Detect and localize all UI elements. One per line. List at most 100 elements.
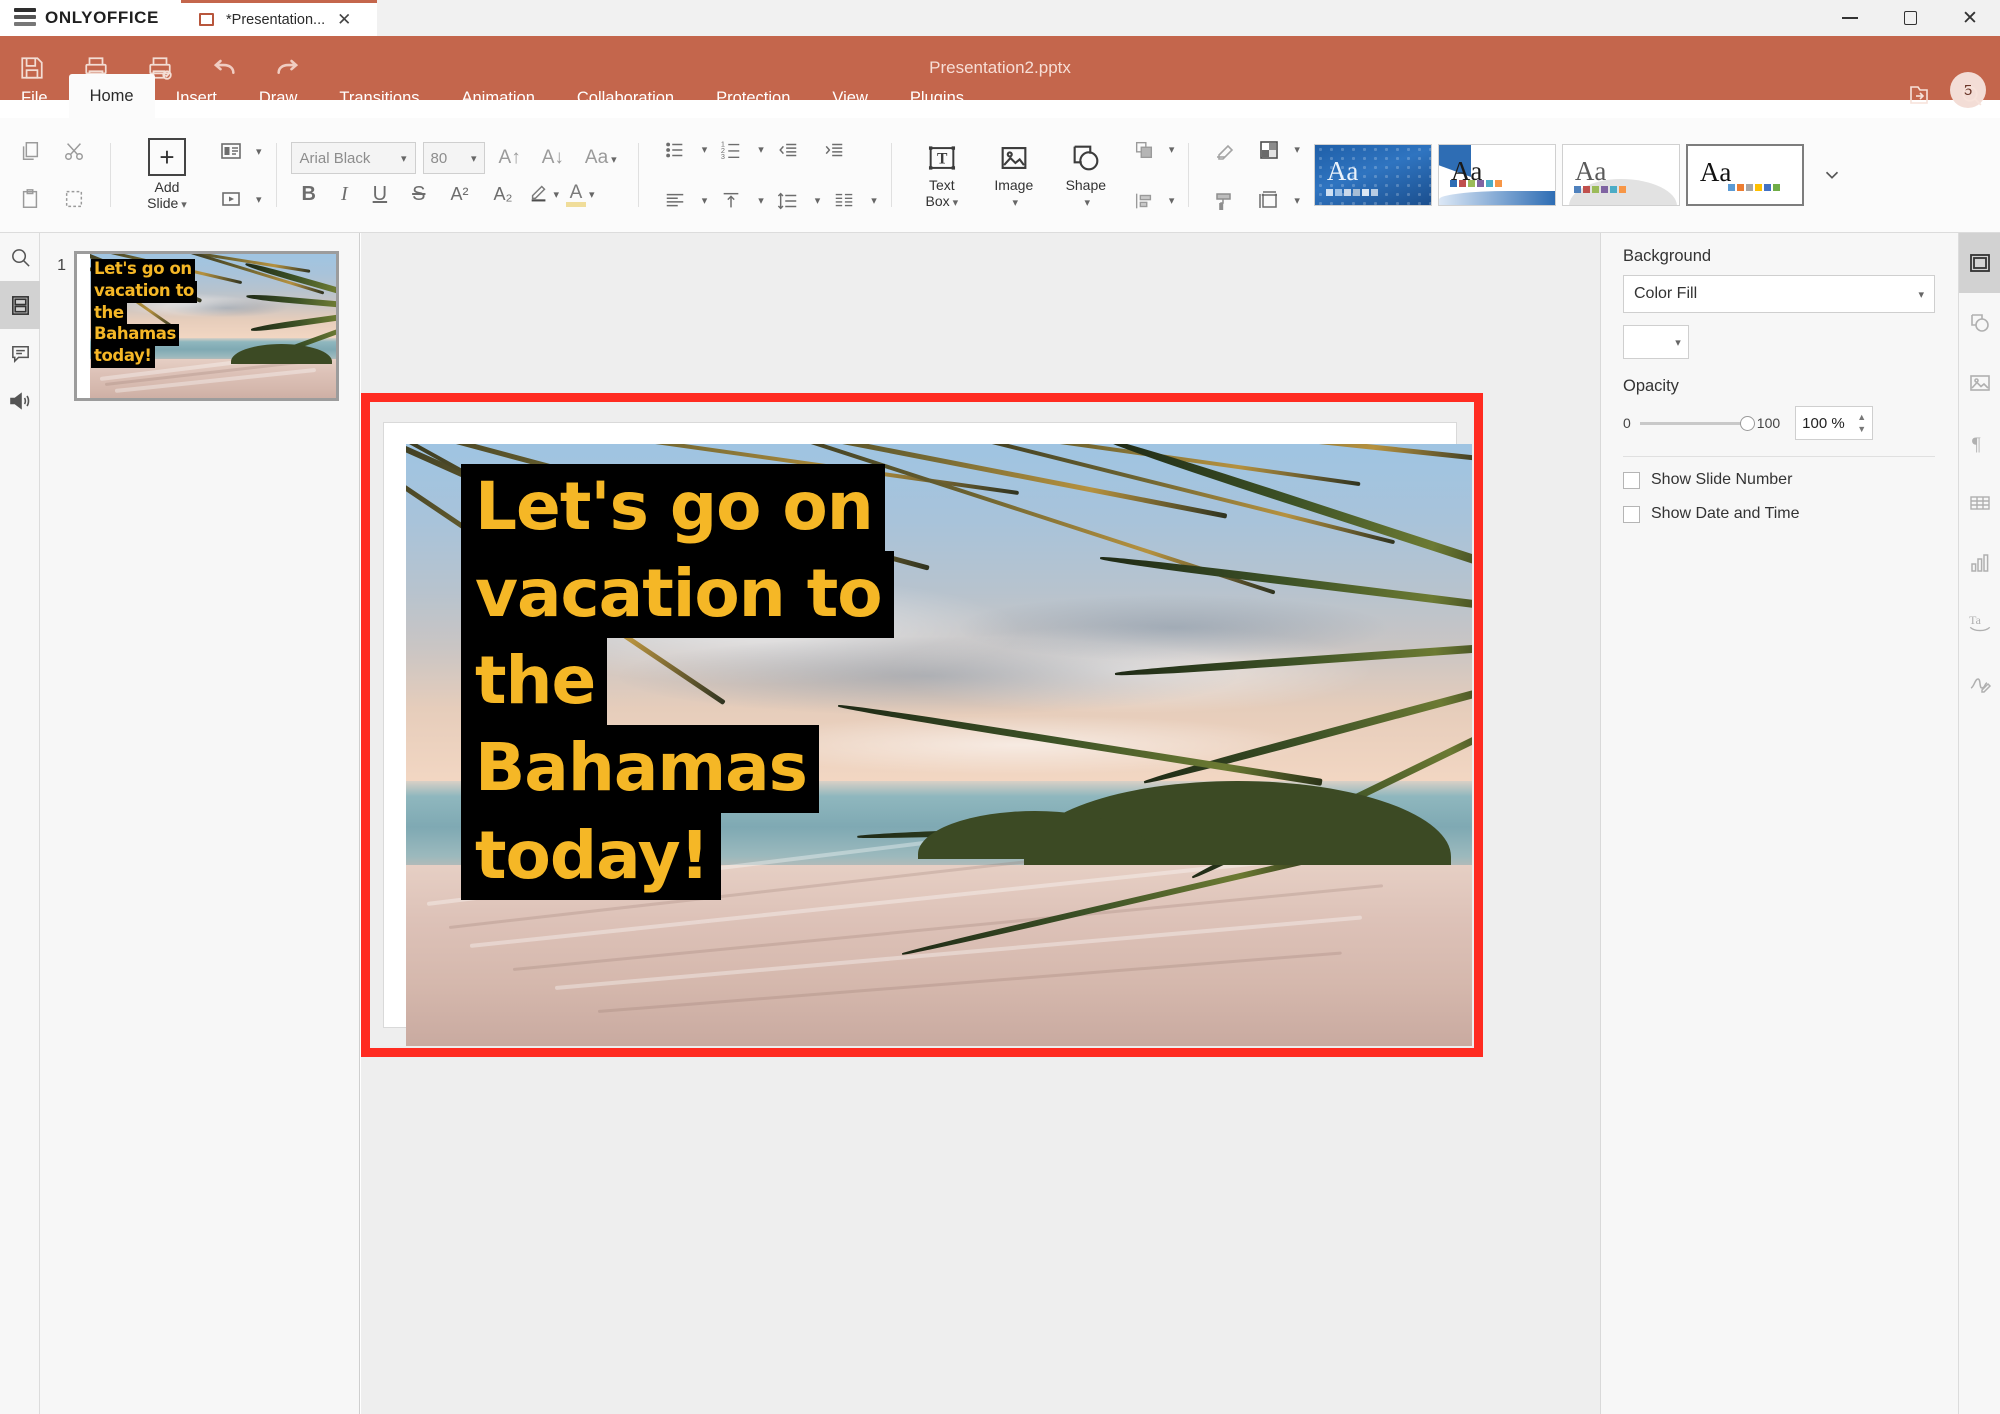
shape-button[interactable]: Shape ▾ — [1050, 141, 1122, 209]
chevron-down-icon[interactable]: ▾ — [871, 194, 877, 207]
opacity-stepper[interactable]: ▲ ▼ — [1857, 412, 1866, 434]
document-tab[interactable]: *Presentation... ✕ — [181, 0, 377, 36]
chevron-down-icon[interactable]: ▾ — [953, 197, 959, 209]
close-icon[interactable]: ✕ — [337, 11, 351, 28]
underline-button[interactable]: U — [364, 183, 396, 206]
tab-draw[interactable]: Draw — [238, 78, 319, 118]
align-objects-icon[interactable] — [1122, 179, 1166, 223]
cut-icon[interactable] — [52, 129, 96, 173]
chevron-down-icon[interactable]: ▾ — [1294, 194, 1300, 207]
chevron-down-icon[interactable]: ▾ — [1169, 143, 1175, 156]
vertical-align-icon[interactable] — [709, 179, 753, 223]
show-slide-number-checkbox[interactable]: Show Slide Number — [1623, 471, 1936, 489]
sidebar-slides[interactable] — [0, 281, 40, 329]
arrange-icon[interactable] — [1122, 128, 1166, 172]
expand-themes-icon[interactable] — [1810, 153, 1854, 197]
slide-transition-icon[interactable] — [209, 177, 253, 221]
bold-button[interactable]: B — [293, 183, 325, 206]
slide-layout-icon[interactable] — [209, 129, 253, 173]
fill-type-select[interactable]: Color Fill ▾ — [1623, 275, 1935, 313]
chevron-down-icon[interactable]: ▾ — [256, 193, 262, 206]
maximize-button[interactable] — [1880, 0, 1940, 36]
select-all-icon[interactable] — [52, 177, 96, 221]
panel-signature-settings[interactable] — [1959, 653, 2000, 713]
chevron-down-icon[interactable]: ▾ — [758, 143, 764, 156]
sidebar-comments[interactable] — [0, 329, 40, 377]
font-size-select[interactable]: 80 ▾ — [422, 142, 485, 174]
bullet-list-icon[interactable] — [653, 128, 697, 172]
image-button[interactable]: Image ▾ — [978, 141, 1050, 209]
chevron-down-icon[interactable]: ▾ — [256, 145, 262, 158]
chevron-down-icon[interactable]: ▾ — [1085, 197, 1091, 209]
tab-collaboration[interactable]: Collaboration — [556, 78, 695, 118]
fill-color-picker[interactable]: ▾ — [1623, 325, 1689, 359]
panel-shape-settings[interactable] — [1959, 293, 2000, 353]
panel-paragraph-settings[interactable]: ¶ — [1959, 413, 2000, 473]
minimize-button[interactable] — [1820, 0, 1880, 36]
decrease-font-size-icon[interactable]: A↓ — [535, 147, 571, 169]
tab-plugins[interactable]: Plugins — [889, 78, 985, 118]
paste-icon[interactable] — [8, 177, 52, 221]
window-close-button[interactable]: ✕ — [1940, 0, 2000, 36]
sidebar-search[interactable] — [0, 233, 40, 281]
tab-insert[interactable]: Insert — [155, 78, 238, 118]
font-name-select[interactable]: Arial Black ▾ — [290, 142, 416, 174]
sidebar-presenter[interactable] — [0, 377, 40, 425]
line-spacing-icon[interactable] — [766, 179, 810, 223]
theme-blue-wave[interactable]: Aa — [1437, 144, 1556, 206]
increase-indent-icon[interactable] — [812, 128, 856, 172]
italic-button[interactable]: I — [332, 183, 357, 206]
tab-transitions[interactable]: Transitions — [318, 78, 440, 118]
add-slide-button[interactable]: + Add Slide ▾ — [125, 138, 209, 211]
slide-size-icon[interactable] — [1247, 179, 1291, 223]
change-case-icon[interactable]: Aa ▾ — [578, 147, 624, 169]
current-slide[interactable]: Let's go on vacation to the Bahamas toda… — [384, 423, 1472, 1046]
theme-dotted-blue[interactable]: Aa — [1313, 144, 1432, 206]
chevron-down-icon[interactable]: ▾ — [553, 188, 559, 201]
panel-chart-settings[interactable] — [1959, 533, 2000, 593]
chevron-down-icon[interactable]: ▾ — [181, 199, 187, 211]
slide-headline[interactable]: Let's go on vacation to the Bahamas toda… — [461, 464, 1021, 900]
font-color-icon[interactable]: A — [565, 183, 586, 207]
slide-background-image[interactable]: Let's go on vacation to the Bahamas toda… — [406, 444, 1472, 1046]
tab-view[interactable]: View — [811, 78, 888, 118]
format-painter-icon[interactable] — [1203, 179, 1247, 223]
chevron-down-icon[interactable]: ▾ — [589, 188, 595, 201]
search-icon[interactable] — [1954, 78, 1988, 112]
chevron-down-icon[interactable]: ▾ — [758, 194, 764, 207]
chevron-down-icon[interactable]: ▾ — [815, 194, 821, 207]
tab-file[interactable]: File — [0, 78, 69, 118]
superscript-button[interactable]: A² — [441, 184, 477, 205]
slide-thumbnail-1[interactable]: Let's go on vacation to the Bahamas toda… — [74, 251, 339, 401]
increase-font-size-icon[interactable]: A↑ — [492, 147, 528, 169]
numbered-list-icon[interactable]: 1 2 3 — [709, 128, 753, 172]
highlight-color-icon[interactable] — [528, 181, 550, 208]
tab-animation[interactable]: Animation — [441, 78, 556, 118]
opacity-value-field[interactable]: 100 % ▲ ▼ — [1795, 406, 1874, 440]
columns-icon[interactable] — [822, 179, 866, 223]
slide-canvas[interactable]: Let's go on vacation to the Bahamas toda… — [361, 233, 1600, 1414]
chevron-down-icon[interactable]: ▾ — [702, 143, 708, 156]
strikethrough-button[interactable]: S — [403, 183, 434, 206]
tab-protection[interactable]: Protection — [695, 78, 811, 118]
chevron-down-icon[interactable]: ▾ — [1294, 143, 1300, 156]
theme-gray-blob[interactable]: Aa — [1561, 144, 1680, 206]
tab-home[interactable]: Home — [68, 74, 155, 118]
copy-icon[interactable] — [8, 129, 52, 173]
clear-style-icon[interactable] — [1203, 128, 1247, 172]
opacity-slider[interactable] — [1639, 415, 1755, 431]
open-folder-icon[interactable] — [1902, 78, 1936, 112]
horizontal-align-icon[interactable] — [653, 179, 697, 223]
panel-image-settings[interactable] — [1959, 353, 2000, 413]
subscript-button[interactable]: A₂ — [484, 184, 521, 205]
chevron-down-icon[interactable]: ▾ — [702, 194, 708, 207]
chevron-down-icon[interactable]: ▾ — [1169, 194, 1175, 207]
panel-table-settings[interactable] — [1959, 473, 2000, 533]
panel-slide-settings[interactable] — [1959, 233, 2000, 293]
panel-text-art-settings[interactable]: Ta — [1959, 593, 2000, 653]
decrease-indent-icon[interactable] — [766, 128, 810, 172]
theme-office-white[interactable]: Aa — [1685, 144, 1804, 206]
chevron-down-icon[interactable]: ▾ — [1013, 197, 1019, 209]
text-box-button[interactable]: T Text Box ▾ — [906, 141, 978, 209]
opacity-slider-handle[interactable] — [1739, 415, 1755, 431]
